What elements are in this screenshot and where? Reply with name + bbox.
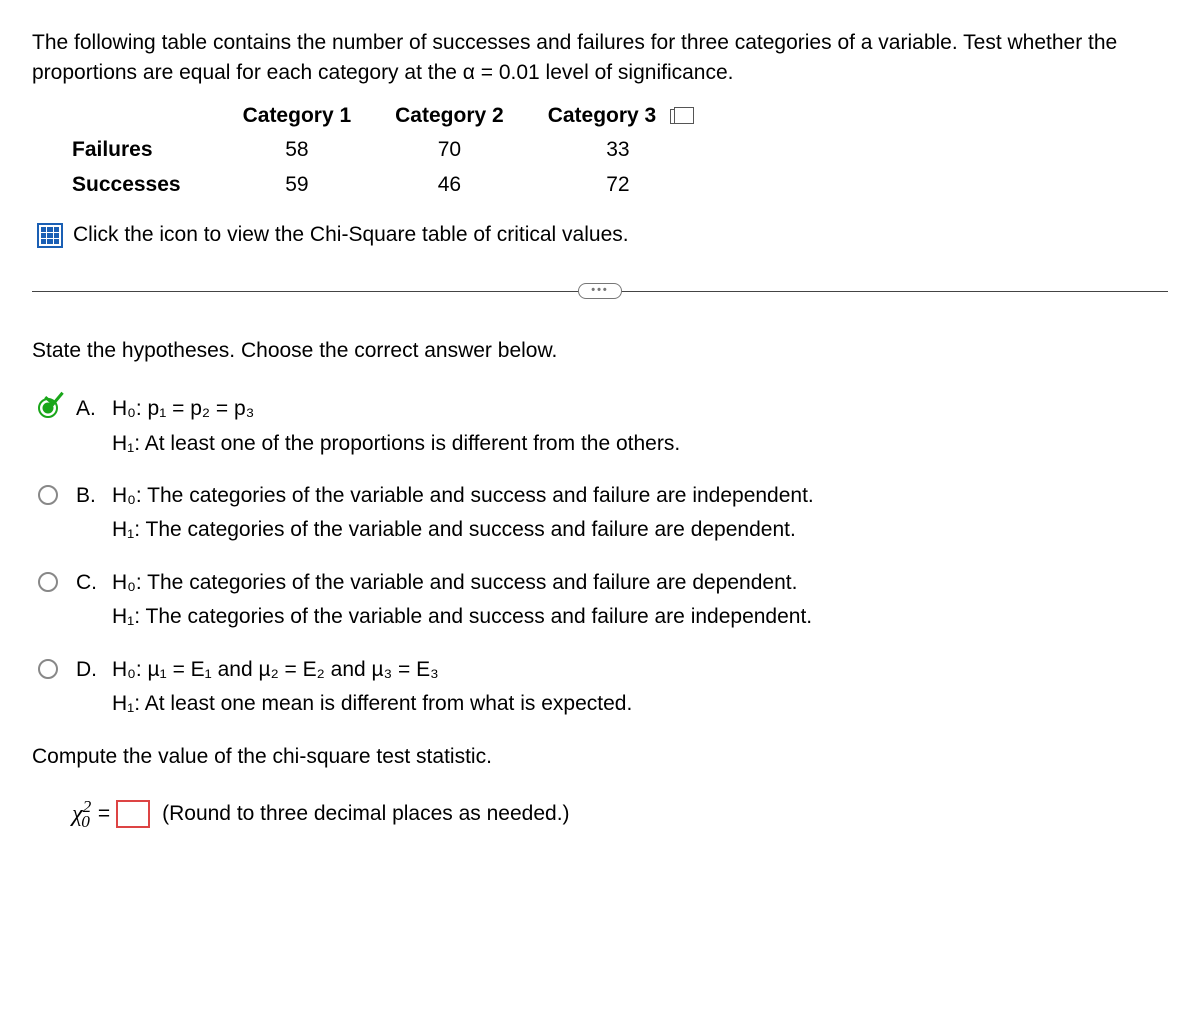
cell: 33 bbox=[526, 133, 710, 167]
cell: 58 bbox=[221, 133, 374, 167]
checkmark-icon bbox=[44, 386, 63, 406]
option-b-line1: H₀: The categories of the variable and s… bbox=[112, 481, 1168, 511]
option-c-line1: H₀: The categories of the variable and s… bbox=[112, 568, 1168, 598]
cell: 72 bbox=[526, 168, 710, 202]
cell: 70 bbox=[373, 133, 526, 167]
option-b-line2: H₁: The categories of the variable and s… bbox=[112, 515, 1168, 545]
option-b[interactable]: B. H₀: The categories of the variable an… bbox=[38, 481, 1168, 546]
radio-a[interactable] bbox=[38, 398, 58, 418]
option-a-line1: H₀: p₁ = p₂ = p₃ bbox=[112, 394, 1168, 424]
cell: 46 bbox=[373, 168, 526, 202]
option-letter: D. bbox=[76, 655, 100, 720]
hypotheses-question: State the hypotheses. Choose the correct… bbox=[32, 336, 1168, 366]
row-label-successes: Successes bbox=[72, 168, 221, 202]
th-cat2: Category 2 bbox=[373, 99, 526, 133]
option-letter: A. bbox=[76, 394, 100, 459]
data-table: Category 1 Category 2 Category 3 Failure… bbox=[72, 99, 710, 202]
popup-icon[interactable] bbox=[670, 109, 688, 124]
option-d[interactable]: D. H₀: µ₁ = E₁ and µ₂ = E₂ and µ₃ = E₃ H… bbox=[38, 655, 1168, 720]
table-row: Failures 58 70 33 bbox=[72, 133, 710, 167]
option-letter: C. bbox=[76, 568, 100, 633]
section-divider: ••• bbox=[32, 291, 1168, 292]
option-a[interactable]: A. H₀: p₁ = p₂ = p₃ H₁: At least one of … bbox=[38, 394, 1168, 459]
question-intro: The following table contains the number … bbox=[32, 28, 1168, 89]
option-c-line2: H₁: The categories of the variable and s… bbox=[112, 602, 1168, 632]
chi-square-link-text[interactable]: Click the icon to view the Chi-Square ta… bbox=[73, 220, 629, 250]
chi-square-table-icon[interactable] bbox=[37, 223, 63, 248]
option-letter: B. bbox=[76, 481, 100, 546]
th-cat1: Category 1 bbox=[221, 99, 374, 133]
radio-c[interactable] bbox=[38, 572, 58, 592]
th-blank bbox=[72, 99, 221, 133]
chi-square-input[interactable] bbox=[116, 800, 150, 828]
th-cat3: Category 3 bbox=[526, 99, 710, 133]
radio-d[interactable] bbox=[38, 659, 58, 679]
option-d-line1: H₀: µ₁ = E₁ and µ₂ = E₂ and µ₃ = E₃ bbox=[112, 655, 1168, 685]
radio-b[interactable] bbox=[38, 485, 58, 505]
row-label-failures: Failures bbox=[72, 133, 221, 167]
cell: 59 bbox=[221, 168, 374, 202]
chi-symbol: χ20 bbox=[72, 794, 90, 834]
rounding-hint: (Round to three decimal places as needed… bbox=[162, 799, 569, 829]
equals-sign: = bbox=[98, 799, 110, 829]
expand-pill[interactable]: ••• bbox=[578, 283, 622, 299]
option-c[interactable]: C. H₀: The categories of the variable an… bbox=[38, 568, 1168, 633]
option-a-line2: H₁: At least one of the proportions is d… bbox=[112, 429, 1168, 459]
table-row: Successes 59 46 72 bbox=[72, 168, 710, 202]
option-d-line2: H₁: At least one mean is different from … bbox=[112, 689, 1168, 719]
compute-question: Compute the value of the chi-square test… bbox=[32, 742, 1168, 772]
